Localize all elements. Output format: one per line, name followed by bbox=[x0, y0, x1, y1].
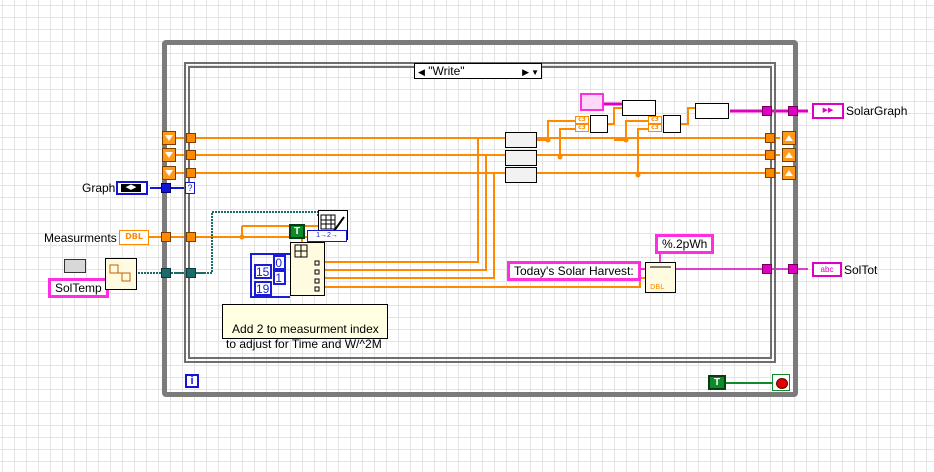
shift-register-icon[interactable] bbox=[162, 148, 176, 162]
case-tunnel bbox=[186, 232, 196, 242]
case-tunnel bbox=[765, 150, 775, 160]
xy-cluster-constant[interactable]: c3 bbox=[575, 116, 589, 124]
loop-tunnel bbox=[788, 106, 798, 116]
case-tunnel bbox=[765, 168, 775, 178]
case-selector-terminal: ? bbox=[185, 182, 195, 194]
build-array-icon[interactable] bbox=[505, 150, 537, 166]
array-constant[interactable]: 1→2→ bbox=[307, 230, 347, 242]
stop-button-icon[interactable] bbox=[772, 374, 790, 391]
loop-true-constant[interactable]: T bbox=[708, 375, 726, 390]
case-tunnel bbox=[765, 133, 775, 143]
case-tunnel bbox=[762, 106, 772, 116]
graph-label: Graph bbox=[82, 181, 116, 195]
format-into-string-icon[interactable]: DBL bbox=[645, 262, 676, 293]
format-string-constant[interactable]: %.2pWh bbox=[655, 234, 715, 254]
shift-register-icon[interactable] bbox=[162, 166, 176, 180]
file-path-icon bbox=[64, 259, 86, 273]
graph-refnum-icon: ◀▶ bbox=[121, 184, 141, 192]
index-array-icon[interactable] bbox=[290, 242, 325, 296]
build-array-icon[interactable] bbox=[505, 132, 537, 148]
xy-cluster-constant[interactable]: c3 bbox=[648, 116, 662, 124]
bundle-icon[interactable] bbox=[663, 115, 681, 133]
loop-tunnel bbox=[788, 264, 798, 274]
bundle-icon[interactable] bbox=[590, 115, 608, 133]
iteration-terminal: i bbox=[185, 374, 199, 388]
graph-terminal[interactable]: ◀▶ bbox=[116, 181, 148, 195]
soltot-terminal[interactable]: abc bbox=[812, 262, 842, 277]
loop-tunnel bbox=[161, 232, 171, 242]
case-next-icon[interactable]: ▶ bbox=[522, 65, 529, 79]
build-array-icon[interactable] bbox=[695, 103, 729, 119]
xy-cluster-constant[interactable]: c3 bbox=[648, 124, 662, 132]
svg-text:DBL: DBL bbox=[650, 283, 664, 291]
true-constant[interactable]: T bbox=[289, 224, 305, 239]
case-tunnel bbox=[762, 264, 772, 274]
loop-tunnel bbox=[161, 183, 171, 193]
harvest-string-constant[interactable]: Today's Solar Harvest: bbox=[507, 261, 641, 281]
measurments-terminal[interactable]: DBL bbox=[119, 230, 149, 245]
xy-cluster-constant[interactable]: c3 bbox=[575, 124, 589, 132]
build-array-icon[interactable] bbox=[505, 167, 537, 183]
chevron-down-icon[interactable]: ▼ bbox=[531, 66, 539, 80]
comment: Add 2 to measurment index to adjust for … bbox=[222, 304, 388, 351]
measurments-label: Measurments bbox=[44, 231, 117, 245]
build-array-icon[interactable] bbox=[622, 100, 656, 116]
solargraph-terminal[interactable]: ▶▶ bbox=[812, 103, 844, 119]
build-path-icon[interactable] bbox=[105, 258, 137, 290]
case-selector[interactable]: ◀ "Write" ▶ ▼ bbox=[414, 63, 542, 79]
loop-tunnel bbox=[161, 268, 171, 278]
case-tunnel bbox=[186, 168, 196, 178]
shift-register-icon[interactable] bbox=[782, 131, 796, 145]
index-cluster-bracket bbox=[250, 253, 290, 298]
case-tunnel bbox=[186, 133, 196, 143]
dbl-badge: DBL bbox=[125, 232, 143, 241]
soltot-label: SolTot bbox=[844, 263, 878, 277]
case-tunnel bbox=[186, 150, 196, 160]
shift-register-icon[interactable] bbox=[162, 131, 176, 145]
shift-register-icon[interactable] bbox=[782, 148, 796, 162]
shift-register-icon[interactable] bbox=[782, 166, 796, 180]
soltemp-constant[interactable]: SolTemp bbox=[48, 278, 109, 298]
graph-init-constant[interactable] bbox=[580, 93, 604, 111]
solargraph-label: SolarGraph bbox=[846, 104, 908, 118]
case-tunnel bbox=[186, 268, 196, 278]
case-selector-value: "Write" bbox=[428, 64, 465, 78]
case-prev-icon[interactable]: ◀ bbox=[418, 67, 425, 77]
